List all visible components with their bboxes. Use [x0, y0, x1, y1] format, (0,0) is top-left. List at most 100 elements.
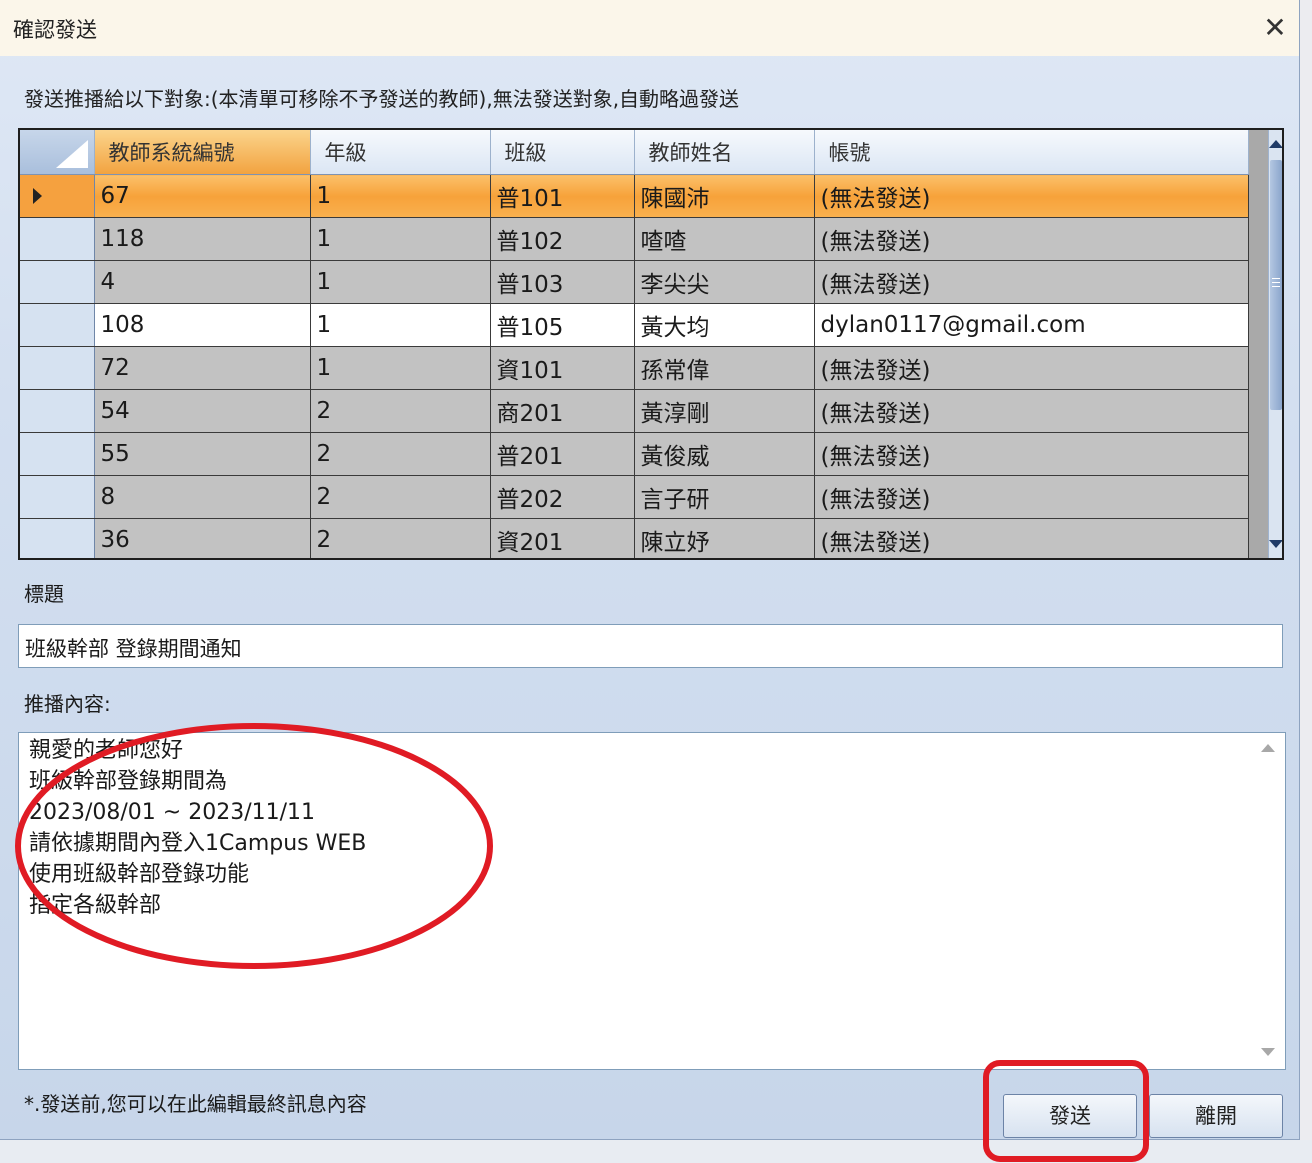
column-header[interactable]: 教師姓名 [634, 130, 815, 175]
table-cell[interactable]: 黃俊威 [634, 432, 815, 476]
table-row[interactable]: 67 1 普101 陳國沛 (無法發送) [20, 174, 1249, 218]
table-cell[interactable]: 普105 [490, 303, 635, 347]
table-cell[interactable]: 普103 [490, 260, 635, 304]
table-cell[interactable]: 黃大均 [634, 303, 815, 347]
table-cell[interactable]: 1 [310, 303, 491, 347]
row-header[interactable] [20, 217, 95, 261]
column-header[interactable]: 班級 [490, 130, 635, 175]
arrow-down-icon [1261, 1048, 1275, 1056]
table-cell[interactable]: 2 [310, 389, 491, 433]
send-button[interactable]: 發送 [1003, 1094, 1137, 1138]
confirm-send-dialog: 確認發送 ✕ 發送推播給以下對象:(本清單可移除不予發送的教師),無法發送對象,… [0, 0, 1300, 1140]
row-header[interactable] [20, 174, 95, 218]
row-header[interactable] [20, 389, 95, 433]
table-cell[interactable]: 商201 [490, 389, 635, 433]
table-cell[interactable]: (無法發送) [814, 217, 1249, 261]
table-cell[interactable]: 36 [94, 518, 311, 558]
table-cell[interactable]: 喳喳 [634, 217, 815, 261]
content-line: 請依據期間內登入1Campus WEB [29, 831, 367, 856]
arrow-down-icon [1269, 540, 1282, 548]
content-scrollbar[interactable] [1256, 736, 1282, 1066]
table-cell[interactable]: 資101 [490, 346, 635, 390]
table-cell[interactable]: (無法發送) [814, 389, 1249, 433]
table-cell[interactable]: 陳國沛 [634, 174, 815, 218]
table-cell[interactable]: 118 [94, 217, 311, 261]
table-cell[interactable]: 108 [94, 303, 311, 347]
table-cell[interactable]: 普201 [490, 432, 635, 476]
table-cell[interactable]: 8 [94, 475, 311, 519]
table-cell[interactable]: 2 [310, 518, 491, 558]
table-cell[interactable]: 普102 [490, 217, 635, 261]
table-cell[interactable]: (無法發送) [814, 260, 1249, 304]
table-cell[interactable]: 李尖尖 [634, 260, 815, 304]
table-cell[interactable]: (無法發送) [814, 174, 1249, 218]
current-row-arrow-icon [33, 188, 42, 204]
background-strip-bottom [0, 1140, 1312, 1163]
row-header[interactable] [20, 475, 95, 519]
table-cell[interactable]: (無法發送) [814, 475, 1249, 519]
select-all-corner[interactable] [20, 130, 95, 175]
content-line: 2023/08/01 ~ 2023/11/11 [29, 800, 316, 825]
table-cell[interactable]: 普101 [490, 174, 635, 218]
table-row[interactable]: 36 2 資201 陳立妤 (無法發送) [20, 518, 1249, 558]
scroll-up-button[interactable] [1269, 130, 1282, 158]
scroll-thumb[interactable] [1270, 160, 1282, 410]
edit-note: *.發送前,您可以在此編輯最終訊息內容 [24, 1092, 367, 1116]
table-row[interactable]: 108 1 普105 黃大均 dylan0117@gmail.com [20, 303, 1249, 347]
scroll-down-button[interactable] [1269, 530, 1282, 558]
table-row[interactable]: 118 1 普102 喳喳 (無法發送) [20, 217, 1249, 261]
column-header[interactable]: 年級 [310, 130, 491, 175]
table-cell[interactable]: 55 [94, 432, 311, 476]
table-cell[interactable]: 陳立妤 [634, 518, 815, 558]
table-cell[interactable]: 1 [310, 174, 491, 218]
table-cell[interactable]: 54 [94, 389, 311, 433]
leave-button[interactable]: 離開 [1149, 1094, 1283, 1138]
corner-triangle-icon [55, 140, 88, 168]
row-header[interactable] [20, 346, 95, 390]
table-row[interactable]: 72 1 資101 孫常偉 (無法發送) [20, 346, 1249, 390]
recipient-grid[interactable]: 教師系統編號 年級 班級 教師姓名 帳號 67 1 普101 陳國沛 (無法發送) 118 1 普10… [18, 128, 1284, 560]
table-cell[interactable]: 資201 [490, 518, 635, 558]
table-cell[interactable]: dylan0117@gmail.com [814, 303, 1249, 347]
column-header[interactable]: 帳號 [814, 130, 1249, 175]
table-cell[interactable]: 2 [310, 475, 491, 519]
content-line: 親愛的老師您好 [29, 738, 184, 763]
table-cell[interactable]: 1 [310, 217, 491, 261]
close-icon: ✕ [1263, 11, 1287, 44]
table-row[interactable]: 8 2 普202 言子研 (無法發送) [20, 475, 1249, 519]
column-header[interactable]: 教師系統編號 [94, 130, 311, 175]
table-cell[interactable]: 言子研 [634, 475, 815, 519]
table-cell[interactable]: (無法發送) [814, 346, 1249, 390]
table-cell[interactable]: 黃淳剛 [634, 389, 815, 433]
table-cell[interactable]: 2 [310, 432, 491, 476]
table-cell[interactable]: 1 [310, 346, 491, 390]
window-title: 確認發送 [13, 18, 97, 42]
table-cell[interactable]: 1 [310, 260, 491, 304]
content-line: 使用班級幹部登錄功能 [29, 862, 250, 887]
table-cell[interactable]: (無法發送) [814, 432, 1249, 476]
close-button[interactable]: ✕ [1252, 8, 1298, 48]
content-label: 推播內容: [24, 692, 111, 716]
row-header[interactable] [20, 518, 95, 558]
row-header[interactable] [20, 260, 95, 304]
content-textarea[interactable]: 親愛的老師您好班級幹部登錄期間為 2023/08/01 ~ 2023/11/11 請… [18, 732, 1286, 1070]
table-row[interactable]: 55 2 普201 黃俊威 (無法發送) [20, 432, 1249, 476]
table-row[interactable]: 4 1 普103 李尖尖 (無法發送) [20, 260, 1249, 304]
arrow-up-icon [1261, 744, 1275, 752]
row-header[interactable] [20, 432, 95, 476]
content-line: 班級幹部登錄期間為 [29, 769, 228, 794]
row-header[interactable] [20, 303, 95, 347]
grip-icon [1272, 278, 1280, 279]
title-bar: 確認發送 ✕ [0, 0, 1299, 56]
arrow-up-icon [1269, 140, 1282, 148]
table-cell[interactable]: 67 [94, 174, 311, 218]
table-cell[interactable]: 普202 [490, 475, 635, 519]
table-cell[interactable]: 4 [94, 260, 311, 304]
content-line: 指定各級幹部 [29, 893, 162, 918]
table-row[interactable]: 54 2 商201 黃淳剛 (無法發送) [20, 389, 1249, 433]
table-cell[interactable]: 72 [94, 346, 311, 390]
grid-vertical-scrollbar[interactable] [1268, 130, 1282, 558]
table-cell[interactable]: (無法發送) [814, 518, 1249, 558]
table-cell[interactable]: 孫常偉 [634, 346, 815, 390]
title-input[interactable]: 班級幹部 登錄期間通知 [18, 624, 1283, 668]
